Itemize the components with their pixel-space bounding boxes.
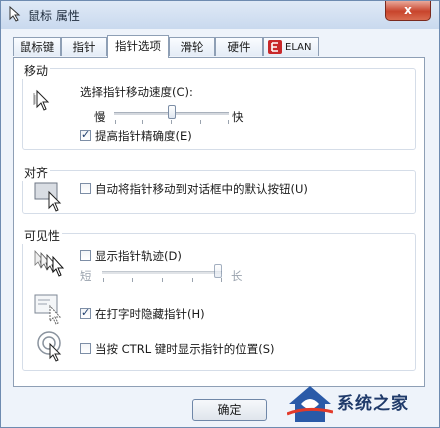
pointer-speed-icon — [33, 89, 50, 111]
trails-checkbox[interactable] — [80, 250, 91, 261]
precision-label[interactable]: 提高指针精确度(E) — [95, 128, 192, 144]
hide-while-typing-label[interactable]: 在打字时隐藏指针(H) — [95, 306, 205, 322]
visibility-heading: 可见性 — [22, 227, 63, 244]
window-title: 鼠标 属性 — [28, 9, 80, 23]
trails-label[interactable]: 显示指针轨迹(D) — [95, 248, 182, 264]
close-button[interactable]: x — [385, 1, 431, 21]
mouse-properties-window: 鼠标 属性 x 鼠标键 指针 指针选项 滑轮 硬件 ELAN 移动 选择指针移动… — [0, 0, 440, 428]
trails-slider[interactable] — [102, 264, 222, 284]
speed-slider[interactable] — [114, 104, 229, 126]
show-location-checkbox[interactable] — [80, 343, 91, 354]
tab-pointer-options[interactable]: 指针选项 — [107, 35, 169, 58]
tab-hardware[interactable]: 硬件 — [215, 37, 263, 56]
pointer-options-panel: 移动 选择指针移动速度(C): 慢 快 提高指针精确度(E) 对齐 自动将指针移… — [13, 57, 425, 387]
elan-tab-label: ELAN — [285, 42, 312, 53]
mouse-pointer-icon — [9, 6, 21, 22]
snap-checkbox[interactable] — [80, 183, 91, 194]
watermark-logo-icon — [287, 386, 333, 422]
precision-checkbox[interactable] — [80, 128, 91, 141]
long-label: 长 — [231, 269, 243, 283]
show-location-label[interactable]: 当按 CTRL 键时显示指针的位置(S) — [95, 341, 275, 357]
speed-slider-thumb[interactable] — [168, 105, 176, 119]
watermark-text: 系统之家 — [337, 394, 409, 414]
show-location-icon — [37, 331, 62, 362]
short-label: 短 — [80, 269, 92, 283]
tab-elan[interactable]: ELAN — [263, 37, 319, 56]
slow-label: 慢 — [94, 110, 106, 124]
snap-label[interactable]: 自动将指针移动到对话框中的默认按钮(U) — [95, 181, 308, 197]
fast-label: 快 — [232, 110, 244, 124]
hide-while-typing-checkbox[interactable] — [80, 306, 91, 319]
snap-heading: 对齐 — [22, 164, 51, 181]
motion-heading: 移动 — [22, 62, 51, 79]
title-bar[interactable]: 鼠标 属性 x — [1, 1, 439, 29]
tab-pointers[interactable]: 指针 — [61, 37, 107, 56]
trails-slider-thumb[interactable] — [214, 264, 222, 278]
tab-wheel[interactable]: 滑轮 — [169, 37, 215, 56]
elan-logo-icon — [268, 40, 282, 54]
speed-label: 选择指针移动速度(C): — [80, 85, 193, 99]
pointer-trails-icon — [34, 249, 65, 277]
ok-button[interactable]: 确定 — [192, 399, 267, 421]
snap-to-button-icon — [34, 182, 62, 212]
tab-buttons[interactable]: 鼠标键 — [13, 37, 61, 56]
hide-while-typing-icon — [34, 294, 62, 325]
